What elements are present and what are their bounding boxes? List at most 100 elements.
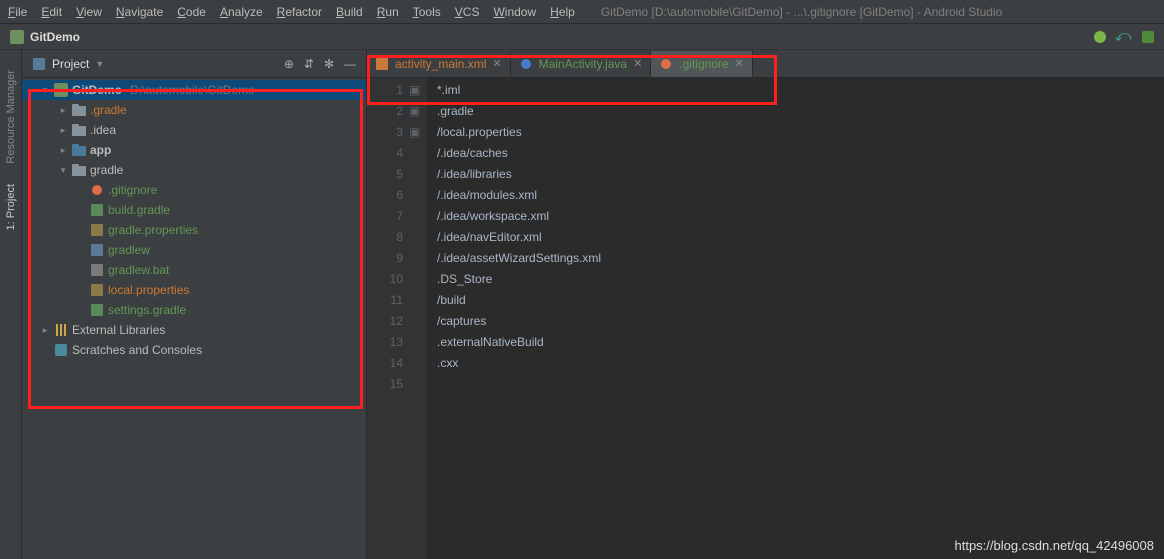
tree-item-gradle-properties[interactable]: gradle.properties <box>22 220 366 240</box>
tree-label: Scratches and Consoles <box>72 343 202 357</box>
target-icon[interactable]: ⊕ <box>284 57 294 71</box>
project-tree[interactable]: ▾GitDemoD:\automobile\GitDemo ▸ .gradle ▸.i… <box>22 78 366 559</box>
panel-header: Project ▼ ⊕ ⇵ ✻ — <box>22 50 366 78</box>
props-icon <box>90 283 104 297</box>
code-line[interactable]: /.idea/workspace.xml <box>437 206 1164 227</box>
menu-help[interactable]: Help <box>550 5 575 19</box>
tree-label: .gradle <box>90 103 127 117</box>
tree-item-app[interactable]: ▸ app <box>22 140 366 160</box>
menu-run[interactable]: Run <box>377 5 399 19</box>
code-lines[interactable]: *.iml.gradle/local.properties/.idea/cach… <box>427 78 1164 559</box>
android-icon[interactable] <box>1092 30 1106 44</box>
java-icon <box>519 57 533 71</box>
fold-mark[interactable]: ▣ <box>409 80 427 101</box>
code-editor[interactable]: 123456789101112131415 ▣▣▣ *.iml.gradle/l… <box>367 78 1164 559</box>
project-icon <box>10 30 24 44</box>
line-number: 14 <box>367 353 403 374</box>
arrow-icon[interactable]: ▾ <box>58 165 68 176</box>
xml-icon <box>375 57 389 71</box>
tab-activity-main-xml[interactable]: activity_main.xml✕ <box>367 51 511 77</box>
menu-code[interactable]: Code <box>177 5 206 19</box>
tree-item-gitdemo[interactable]: ▾GitDemoD:\automobile\GitDemo <box>22 80 366 100</box>
menu-analyze[interactable]: Analyze <box>220 5 263 19</box>
avd-icon[interactable] <box>1140 30 1154 44</box>
fold-gutter[interactable]: ▣▣▣ <box>409 78 427 559</box>
editor-area: activity_main.xml✕MainActivity.java✕.git… <box>367 50 1164 559</box>
panel-title[interactable]: Project <box>52 57 89 71</box>
tab-mainactivity-java[interactable]: MainActivity.java ✕ <box>511 51 652 77</box>
menu-edit[interactable]: Edit <box>41 5 62 19</box>
arrow-icon[interactable]: ▸ <box>40 325 50 336</box>
collapse-icon[interactable]: ⇵ <box>304 57 314 71</box>
menu-view[interactable]: View <box>76 5 102 19</box>
menu-file[interactable]: File <box>8 5 27 19</box>
menu-build[interactable]: Build <box>336 5 363 19</box>
folder-icon <box>72 163 86 177</box>
sync-icon[interactable]: ⤺ <box>1116 30 1130 44</box>
tree-label: gradle <box>90 163 123 177</box>
tree-item--idea[interactable]: ▸.idea <box>22 120 366 140</box>
menu-window[interactable]: Window <box>493 5 536 19</box>
gear-icon[interactable]: ✻ <box>324 57 334 71</box>
project-panel: Project ▼ ⊕ ⇵ ✻ — ▾GitDemoD:\automobile\… <box>22 50 367 559</box>
menu-refactor[interactable]: Refactor <box>277 5 322 19</box>
panel-dropdown-icon[interactable]: ▼ <box>95 59 104 69</box>
tree-label: settings.gradle <box>108 303 186 317</box>
tree-item-scratches-and-consoles[interactable]: Scratches and Consoles <box>22 340 366 360</box>
fold-mark[interactable]: ▣ <box>409 122 427 143</box>
code-line[interactable]: /.idea/libraries <box>437 164 1164 185</box>
code-line[interactable]: /.idea/modules.xml <box>437 185 1164 206</box>
tree-item-gradlew-bat[interactable]: gradlew.bat <box>22 260 366 280</box>
menu-tools[interactable]: Tools <box>413 5 441 19</box>
tree-item-gradlew[interactable]: gradlew <box>22 240 366 260</box>
tree-item-local-properties[interactable]: local.properties <box>22 280 366 300</box>
close-icon[interactable]: ✕ <box>633 57 642 70</box>
tab--gitignore[interactable]: .gitignore✕ <box>651 51 753 77</box>
close-icon[interactable]: ✕ <box>735 57 744 70</box>
fold-mark[interactable]: ▣ <box>409 101 427 122</box>
code-line[interactable]: /build <box>437 290 1164 311</box>
code-line[interactable]: /.idea/navEditor.xml <box>437 227 1164 248</box>
tree-item--gradle[interactable]: ▸ .gradle <box>22 100 366 120</box>
code-line[interactable]: .DS_Store <box>437 269 1164 290</box>
tree-label: app <box>90 143 111 157</box>
panel-icon <box>32 57 46 71</box>
line-gutter: 123456789101112131415 <box>367 78 409 559</box>
arrow-icon[interactable]: ▸ <box>58 105 68 116</box>
tool-project[interactable]: 1: Project <box>5 184 17 230</box>
tree-item-build-gradle[interactable]: build.gradle <box>22 200 366 220</box>
editor-tabs: activity_main.xml✕MainActivity.java✕.git… <box>367 50 1164 78</box>
tree-item-gradle[interactable]: ▾ gradle <box>22 160 366 180</box>
code-line[interactable]: /.idea/caches <box>437 143 1164 164</box>
line-number: 7 <box>367 206 403 227</box>
code-line[interactable]: .externalNativeBuild <box>437 332 1164 353</box>
close-icon[interactable]: ✕ <box>492 57 501 70</box>
tree-label: gradlew <box>108 243 150 257</box>
line-number: 3 <box>367 122 403 143</box>
tree-label: .gitignore <box>108 183 157 197</box>
tree-label: gradle.properties <box>108 223 198 237</box>
tool-resource-manager[interactable]: Resource Manager <box>5 70 17 164</box>
tree-item--gitignore[interactable]: .gitignore <box>22 180 366 200</box>
tree-item-external-libraries[interactable]: ▸External Libraries <box>22 320 366 340</box>
menu-vcs[interactable]: VCS <box>455 5 480 19</box>
code-line[interactable]: /.idea/assetWizardSettings.xml <box>437 248 1164 269</box>
breadcrumb[interactable]: GitDemo <box>30 30 80 44</box>
arrow-icon[interactable]: ▸ <box>58 145 68 156</box>
breadcrumb-bar: GitDemo ⤺ <box>0 24 1164 50</box>
code-line[interactable]: .gradle <box>437 101 1164 122</box>
tree-hint: D:\automobile\GitDemo <box>130 83 255 97</box>
arrow-icon[interactable]: ▸ <box>58 125 68 136</box>
code-line[interactable]: /captures <box>437 311 1164 332</box>
code-line[interactable]: *.iml <box>437 80 1164 101</box>
code-line[interactable]: .cxx <box>437 353 1164 374</box>
tab-label: MainActivity.java <box>539 57 627 71</box>
code-line[interactable]: /local.properties <box>437 122 1164 143</box>
line-number: 8 <box>367 227 403 248</box>
hide-icon[interactable]: — <box>344 57 356 71</box>
menu-navigate[interactable]: Navigate <box>116 5 163 19</box>
arrow-icon[interactable]: ▾ <box>40 85 50 96</box>
tree-item-settings-gradle[interactable]: settings.gradle <box>22 300 366 320</box>
tree-label: gradlew.bat <box>108 263 169 277</box>
code-line[interactable] <box>437 374 1164 395</box>
